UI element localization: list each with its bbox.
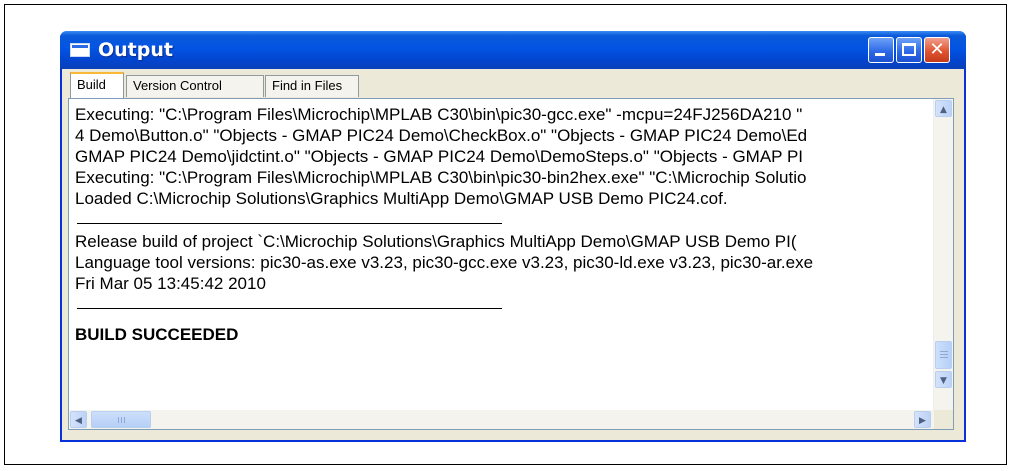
close-button[interactable]: ✕ <box>924 37 950 63</box>
grip-line <box>940 351 948 352</box>
separator-line <box>77 308 502 309</box>
grip-line <box>940 354 948 355</box>
output-line: Executing: "C:\Program Files\Microchip\M… <box>75 168 807 187</box>
output-line: 4 Demo\Button.o" "Objects - GMAP PIC24 D… <box>75 126 808 145</box>
output-line: Loaded C:\Microchip Solutions\Graphics M… <box>75 189 728 208</box>
vertical-scroll-thumb[interactable] <box>935 341 952 369</box>
output-window-icon <box>70 43 90 57</box>
chevron-up-icon: ▲ <box>940 105 947 115</box>
output-line: Fri Mar 05 13:45:42 2010 <box>75 274 266 293</box>
maximize-button[interactable] <box>896 37 922 63</box>
minimize-icon <box>875 53 885 56</box>
scroll-right-button[interactable]: ▶ <box>914 411 931 428</box>
scroll-up-button[interactable]: ▲ <box>935 100 952 117</box>
tab-build[interactable]: Build <box>70 72 124 98</box>
separator-line <box>77 223 502 224</box>
grip-line <box>121 417 122 423</box>
chevron-left-icon: ◀ <box>75 416 82 426</box>
chevron-down-icon: ▼ <box>940 376 947 386</box>
tab-find-in-files[interactable]: Find in Files <box>265 75 359 97</box>
build-output-pane[interactable]: Executing: "C:\Program Files\Microchip\M… <box>68 98 954 430</box>
grip-line <box>124 417 125 423</box>
output-text-area[interactable]: Executing: "C:\Program Files\Microchip\M… <box>69 99 935 411</box>
output-line: GMAP PIC24 Demo\jidctint.o" "Objects - G… <box>75 147 804 166</box>
chevron-right-icon: ▶ <box>919 416 926 426</box>
minimize-button[interactable] <box>868 37 894 63</box>
vertical-scrollbar[interactable]: ▲ ▼ <box>933 99 953 411</box>
output-line: Language tool versions: pic30-as.exe v3.… <box>75 253 814 272</box>
output-line: Release build of project `C:\Microchip S… <box>75 232 797 251</box>
maximize-icon <box>902 43 916 56</box>
output-line: Executing: "C:\Program Files\Microchip\M… <box>75 105 803 124</box>
horizontal-scroll-thumb[interactable] <box>91 411 151 428</box>
grip-line <box>940 357 948 358</box>
output-window: Output ✕ Build Version Control Find in F… <box>60 31 966 442</box>
close-icon: ✕ <box>929 39 945 60</box>
window-title: Output <box>98 39 173 61</box>
scroll-down-button[interactable]: ▼ <box>935 371 952 388</box>
title-bar[interactable]: Output ✕ <box>60 31 966 69</box>
scrollbar-corner <box>934 410 953 429</box>
document-frame: Output ✕ Build Version Control Find in F… <box>4 4 1007 465</box>
grip-line <box>118 417 119 423</box>
build-result: BUILD SUCCEEDED <box>75 325 239 344</box>
horizontal-scrollbar[interactable]: ◀ ▶ <box>69 410 935 429</box>
scroll-left-button[interactable]: ◀ <box>70 411 87 428</box>
tab-version-control[interactable]: Version Control <box>126 75 264 97</box>
